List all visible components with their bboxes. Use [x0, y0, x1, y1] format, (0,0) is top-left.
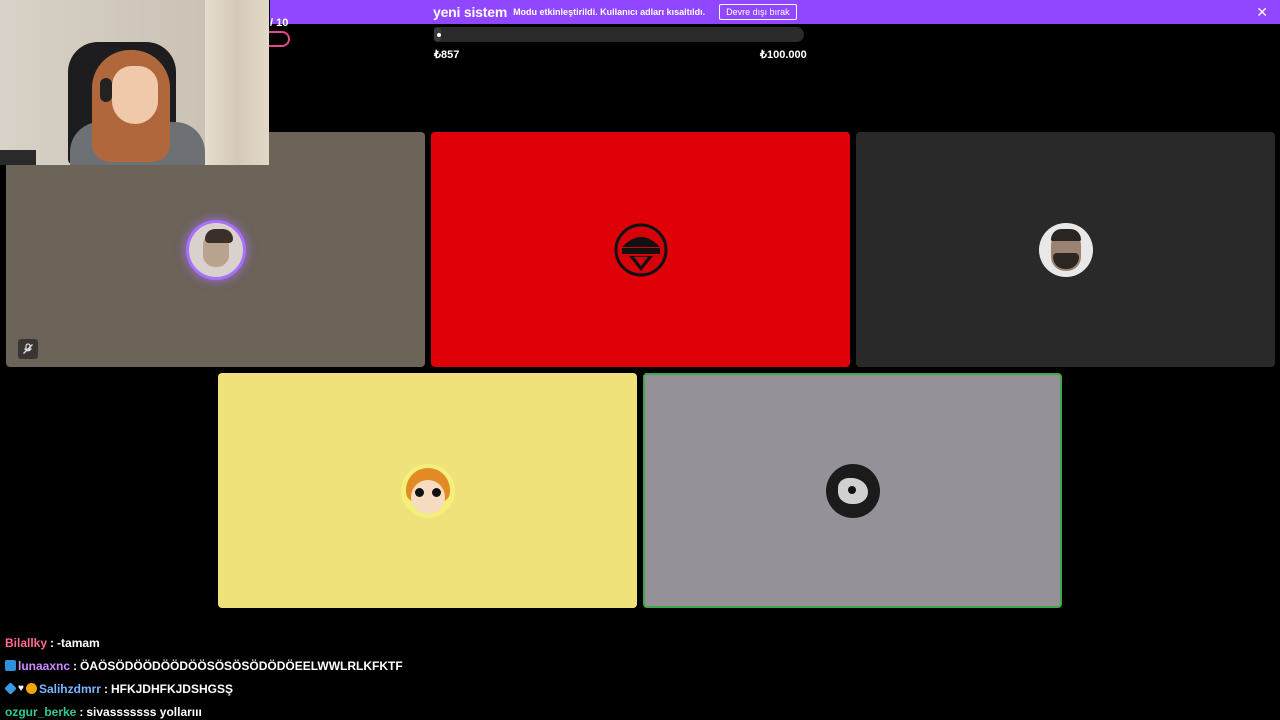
prime-badge-icon [5, 660, 16, 671]
chat-username[interactable]: Salihzdmrr [39, 682, 101, 696]
participant-tile-5-active[interactable] [643, 373, 1062, 608]
mic-muted-icon [18, 339, 38, 359]
donation-progress-bar [434, 27, 804, 42]
chat-username[interactable]: ozgur_berke [5, 705, 76, 719]
chat-text: -tamam [57, 635, 100, 650]
chat-text: HFKJDHFKJDSHGSŞ [110, 681, 233, 696]
chat-message: ♥ Salihzdmrr : HFKJDHFKJDSHGSŞ [4, 677, 705, 700]
participant-tile-2[interactable] [431, 132, 850, 367]
chat-separator: : [50, 635, 55, 650]
bearded-man-photo [1038, 222, 1093, 277]
dark-cat-art [825, 463, 880, 518]
red-helmet-logo [613, 222, 668, 277]
chat-separator: : [79, 704, 84, 719]
disable-button[interactable]: Devre dışı bırak [719, 4, 797, 20]
gem-badge-icon [4, 682, 17, 695]
chat-separator: : [103, 681, 108, 696]
participant-tile-4[interactable] [218, 373, 637, 608]
chat-message: lunaaxnc : ÖAÖSÖDÖÖDÖÖDÖÖSÖSÖSÖDÖDÖEELWW… [5, 654, 705, 677]
progress-goal: ₺100.000 [760, 49, 807, 61]
mode-banner: yeni sistem Modu etkinleştirildi. Kullan… [270, 0, 1280, 24]
chat-separator: : [73, 658, 78, 673]
close-icon[interactable]: ✕ [1256, 4, 1268, 20]
participant-tile-3[interactable] [856, 132, 1275, 367]
chat-text: ÖAÖSÖDÖÖDÖÖDÖÖSÖSÖSÖDÖDÖEELWWLRLKFKTF [80, 658, 403, 673]
chat-username[interactable]: lunaaxnc [18, 659, 70, 673]
participant-tile-1[interactable] [6, 132, 425, 367]
cartoon-girl [400, 463, 455, 518]
heart-badge-icon: ♥ [18, 683, 24, 694]
banner-brand: yeni sistem [433, 4, 508, 20]
stream-stage: yeni sistem Modu etkinleştirildi. Kullan… [0, 0, 1280, 720]
chat-username[interactable]: Bilallky [5, 636, 47, 650]
user-avatar-photo [188, 222, 243, 277]
chat-overlay: Bilallky : -tamam lunaaxnc : ÖAÖSÖDÖÖDÖÖ… [4, 631, 705, 720]
progress-dot [437, 33, 441, 37]
goal-counter: / 10 [270, 17, 289, 29]
chat-message: ozgur_berke : sivasssssss yollarııı [5, 700, 705, 720]
progress-current: ₺857 [434, 49, 460, 61]
sub-badge-icon [25, 683, 37, 694]
banner-message: Modu etkinleştirildi. Kullanıcı adları k… [513, 7, 706, 17]
chat-message: Bilallky : -tamam [5, 631, 705, 654]
chat-text: sivasssssss yollarııı [86, 704, 202, 719]
streamer-webcam [0, 0, 269, 165]
